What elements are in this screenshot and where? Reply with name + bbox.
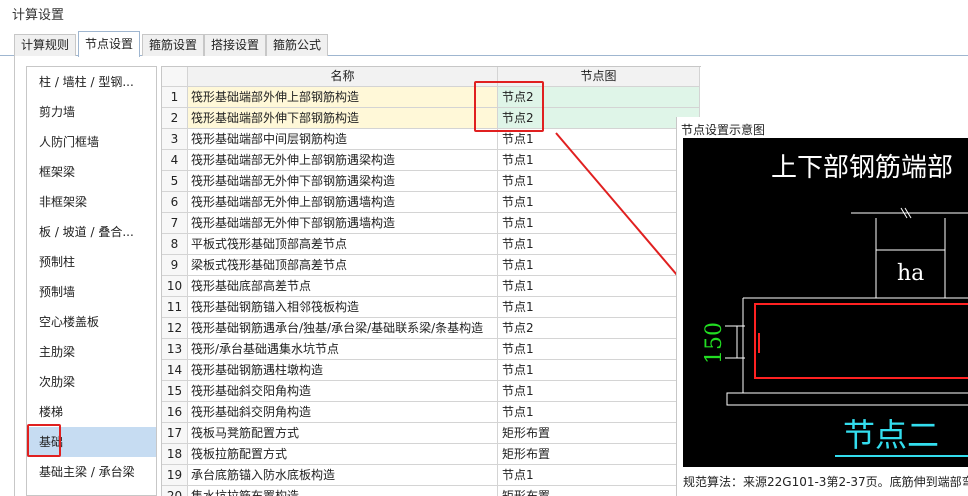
standard-algorithm-note: 规范算法：来源22G101-3第2-37页。底筋伸到端部弯 xyxy=(683,475,968,489)
node-diagram-canvas: 上下部钢筋端部 ha 150 节点二 xyxy=(683,138,968,467)
dim-150-label: 150 xyxy=(702,322,727,364)
node-diagram-drawing: 上下部钢筋端部 ha 150 节点二 xyxy=(702,153,968,457)
cushion-layer xyxy=(726,392,968,406)
ha-label: ha xyxy=(897,261,924,286)
rebar-outline xyxy=(754,303,968,379)
node-diagram-preview-panel: 节点设置示意图 上下部钢筋端部 ha 150 节点二 规范算法：来源22G101… xyxy=(676,117,968,496)
node-label: 节点二 xyxy=(843,416,939,454)
preview-title: 节点设置示意图 xyxy=(681,123,766,137)
drawing-title: 上下部钢筋端部 xyxy=(771,153,953,183)
